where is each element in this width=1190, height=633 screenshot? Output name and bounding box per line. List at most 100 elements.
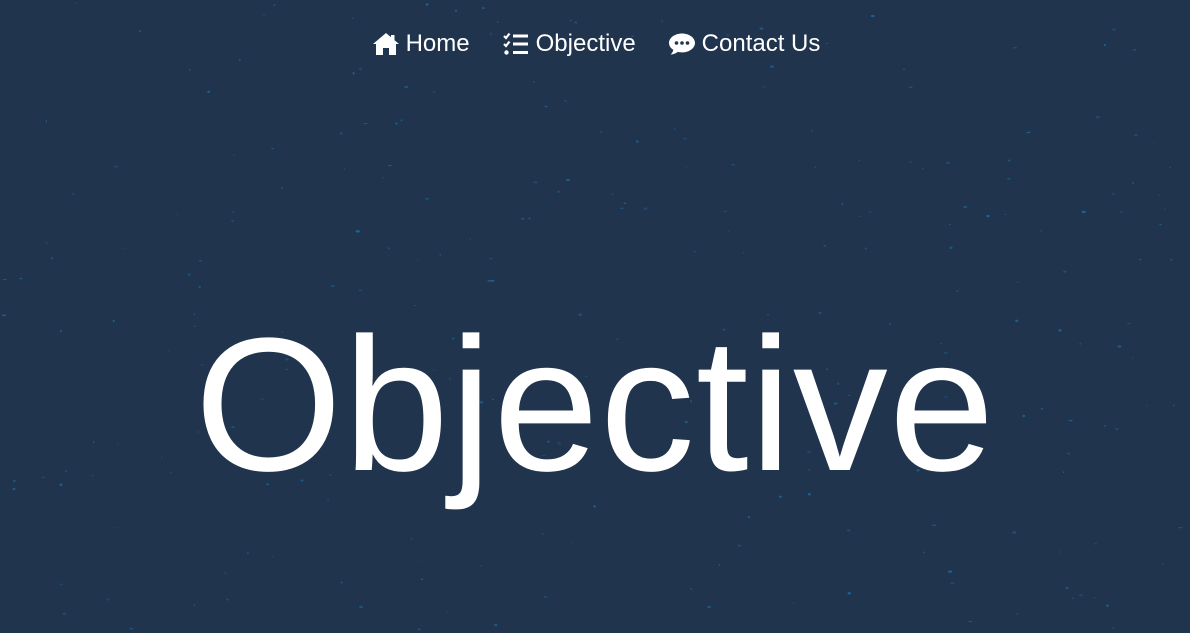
background-speck — [543, 595, 548, 599]
background-speck — [114, 165, 119, 168]
background-speck — [868, 211, 872, 214]
background-speck — [557, 190, 560, 193]
background-speck — [950, 582, 955, 585]
background-speck — [232, 210, 235, 214]
background-speck — [432, 91, 436, 93]
background-speck — [793, 601, 795, 605]
background-speck — [331, 285, 335, 288]
background-speck — [846, 529, 851, 532]
hero-section: Objective — [0, 310, 1190, 500]
background-speck — [1007, 177, 1011, 180]
background-speck — [1078, 594, 1083, 597]
background-speck — [1138, 258, 1142, 261]
background-speck — [571, 541, 573, 544]
background-speck — [71, 193, 75, 195]
background-speck — [187, 273, 191, 276]
background-speck — [1119, 211, 1124, 213]
background-speck — [480, 564, 482, 567]
background-speck — [340, 581, 343, 584]
background-speck — [619, 207, 624, 210]
background-speck — [1065, 586, 1069, 590]
background-speck — [363, 123, 368, 125]
background-speck — [494, 623, 498, 627]
background-speck — [387, 255, 389, 257]
background-speck — [355, 230, 360, 233]
background-speck — [742, 252, 745, 254]
background-speck — [1163, 208, 1167, 210]
nav-item-contact-us[interactable]: Contact Us — [666, 30, 821, 58]
background-speck — [424, 197, 430, 200]
background-speck — [932, 524, 937, 526]
background-speck — [198, 260, 202, 262]
background-speck — [388, 165, 392, 167]
background-speck — [19, 277, 23, 280]
background-speck — [51, 257, 54, 260]
background-speck — [1169, 166, 1171, 169]
background-speck — [1094, 542, 1097, 545]
background-speck — [921, 167, 924, 170]
tasks-icon — [502, 31, 530, 57]
background-speck — [847, 591, 852, 595]
background-speck — [718, 564, 721, 566]
background-speck — [1106, 604, 1109, 607]
background-speck — [439, 254, 442, 256]
background-speck — [1071, 597, 1075, 599]
background-speck — [1178, 527, 1183, 529]
background-speck — [947, 570, 953, 573]
background-speck — [1132, 181, 1134, 185]
background-speck — [1026, 131, 1031, 134]
background-speck — [271, 148, 275, 150]
background-speck — [488, 257, 493, 260]
background-speck — [388, 247, 390, 250]
background-speck — [395, 122, 398, 125]
nav-item-objective[interactable]: Objective — [500, 30, 636, 58]
background-speck — [487, 280, 491, 282]
background-speck — [417, 628, 421, 630]
background-speck — [520, 217, 525, 220]
background-speck — [564, 99, 568, 102]
background-speck — [1162, 563, 1164, 565]
background-speck — [1134, 134, 1138, 137]
background-speck — [968, 620, 973, 623]
background-speck — [841, 202, 844, 205]
nav-item-label: Contact Us — [701, 30, 821, 57]
background-speck — [1008, 159, 1011, 162]
background-speck — [814, 166, 817, 169]
background-speck — [1063, 270, 1067, 273]
nav-item-label: Objective — [535, 30, 636, 57]
background-speck — [1059, 550, 1062, 554]
background-speck — [62, 612, 67, 615]
background-speck — [623, 202, 627, 205]
background-speck — [810, 129, 814, 133]
background-speck — [359, 605, 363, 609]
nav-item-home[interactable]: Home — [370, 30, 470, 58]
top-navigation: Home Objective Contact Us — [0, 0, 1190, 88]
background-speck — [2, 278, 7, 281]
background-speck — [410, 537, 413, 541]
background-speck — [343, 168, 346, 170]
nav-item-label: Home — [405, 30, 470, 57]
background-speck — [232, 154, 235, 157]
background-speck — [417, 559, 420, 561]
background-speck — [417, 258, 419, 261]
background-speck — [1016, 281, 1019, 283]
background-speck — [542, 533, 544, 535]
background-speck — [340, 132, 343, 135]
background-speck — [1004, 213, 1007, 215]
background-speck — [600, 130, 603, 134]
background-speck — [533, 181, 538, 184]
background-speck — [858, 159, 861, 162]
background-speck — [45, 120, 48, 123]
background-speck — [963, 206, 968, 208]
background-speck — [610, 193, 615, 195]
background-speck — [207, 90, 211, 93]
background-speck — [955, 290, 959, 292]
background-speck — [635, 140, 639, 143]
background-speck — [358, 289, 363, 292]
background-speck — [226, 598, 229, 601]
background-speck — [1157, 194, 1160, 197]
background-speck — [566, 178, 570, 181]
background-speck — [400, 119, 404, 122]
background-speck — [1159, 224, 1163, 226]
background-speck — [731, 164, 736, 166]
